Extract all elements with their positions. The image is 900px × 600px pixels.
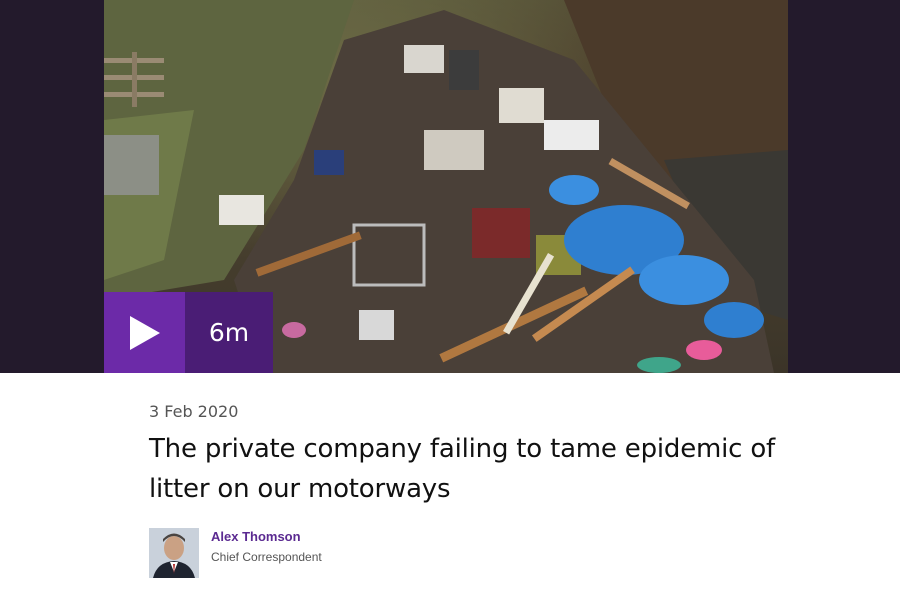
author-role: Chief Correspondent — [211, 550, 322, 564]
article-date: 3 Feb 2020 — [149, 402, 239, 421]
video-duration: 6m — [185, 292, 273, 373]
author-avatar[interactable] — [149, 528, 199, 578]
article-headline[interactable]: The private company failing to tame epid… — [149, 429, 799, 509]
article-summary: 3 Feb 2020 The private company failing t… — [149, 373, 799, 509]
author-name-link[interactable]: Alex Thomson — [211, 529, 322, 544]
play-icon — [129, 315, 160, 350]
author-info: Alex Thomson Chief Correspondent — [211, 529, 322, 564]
hero-section: 6m — [0, 0, 900, 373]
video-play-badge[interactable]: 6m — [104, 292, 273, 373]
avatar-portrait-icon — [149, 528, 199, 578]
author-byline: Alex Thomson Chief Correspondent — [149, 528, 322, 578]
play-button[interactable] — [104, 292, 185, 373]
